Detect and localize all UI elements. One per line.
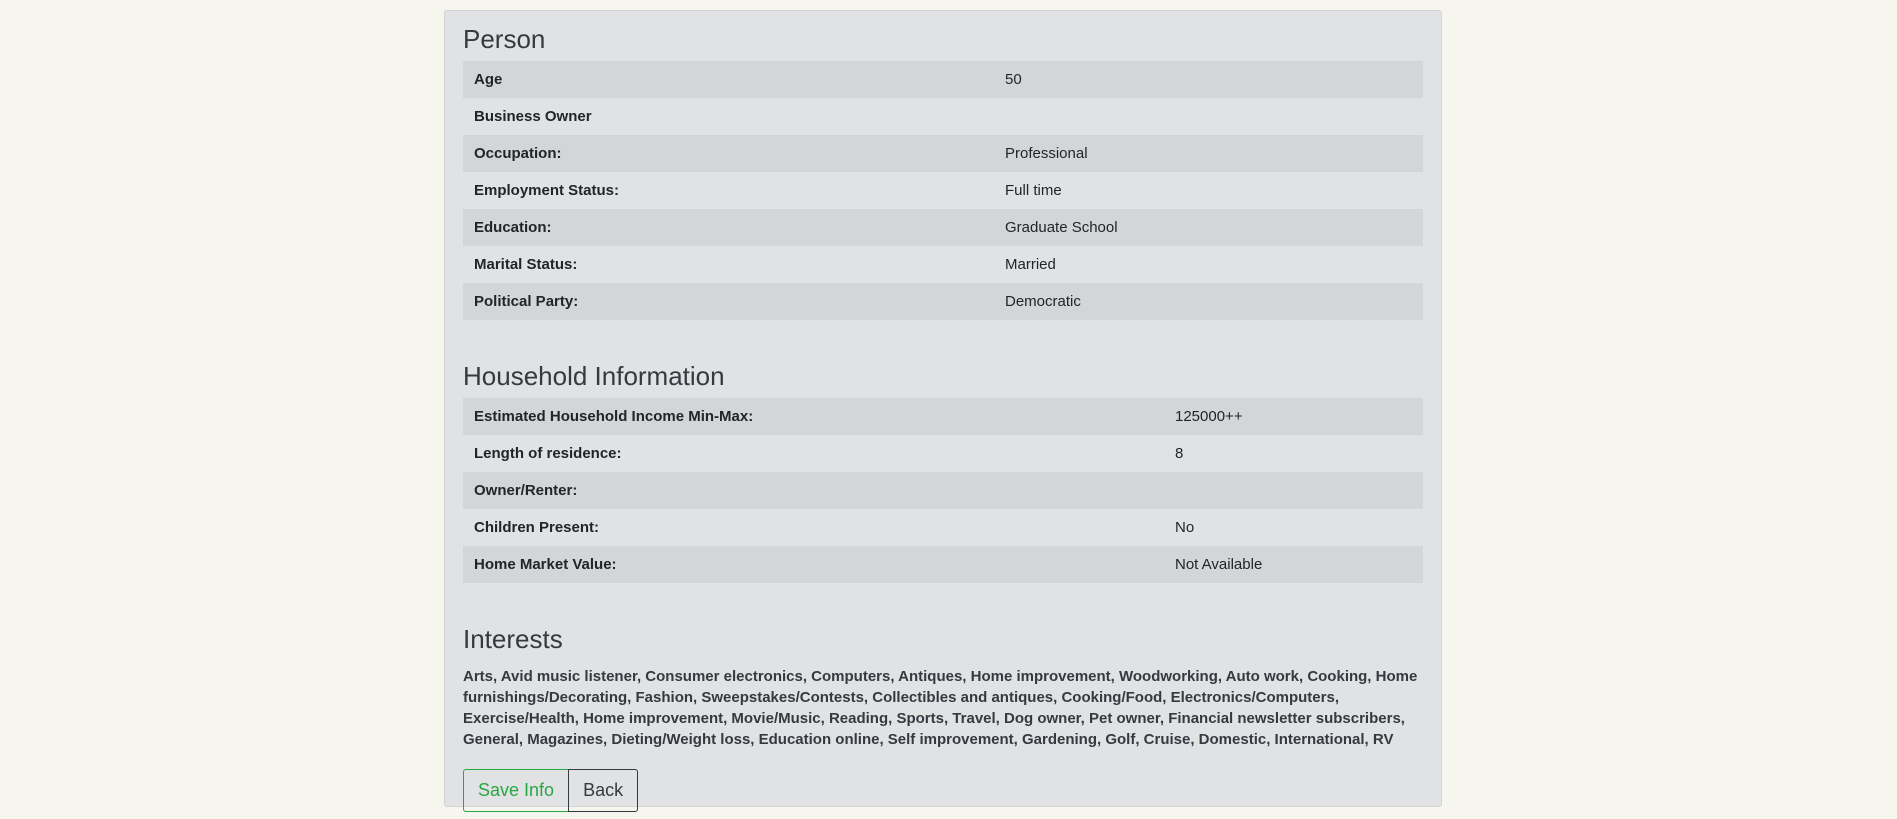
table-row: Employment Status: Full time <box>463 172 1423 209</box>
table-row: Business Owner <box>463 98 1423 135</box>
age-value: 50 <box>994 61 1423 98</box>
owner-renter-value <box>1164 472 1423 509</box>
table-row: Estimated Household Income Min-Max: 1250… <box>463 398 1423 435</box>
person-section-title: Person <box>463 24 546 54</box>
household-income-label: Estimated Household Income Min-Max: <box>463 398 1164 435</box>
marital-status-value: Married <box>994 246 1423 283</box>
marital-status-label: Marital Status: <box>463 246 994 283</box>
occupation-label: Occupation: <box>463 135 994 172</box>
interests-section-title: Interests <box>463 624 563 654</box>
education-value: Graduate School <box>994 209 1423 246</box>
table-row: Marital Status: Married <box>463 246 1423 283</box>
household-income-value: 125000++ <box>1164 398 1423 435</box>
occupation-value: Professional <box>994 135 1423 172</box>
business-owner-label: Business Owner <box>463 98 994 135</box>
table-row: Children Present: No <box>463 509 1423 546</box>
political-party-value: Democratic <box>994 283 1423 320</box>
education-label: Education: <box>463 209 994 246</box>
table-row: Home Market Value: Not Available <box>463 546 1423 583</box>
table-row: Age 50 <box>463 61 1423 98</box>
table-row: Owner/Renter: <box>463 472 1423 509</box>
save-info-button[interactable]: Save Info <box>463 769 570 812</box>
household-section-title: Household Information <box>463 361 725 391</box>
children-present-label: Children Present: <box>463 509 1164 546</box>
political-party-label: Political Party: <box>463 283 994 320</box>
action-button-group: Save Info Back <box>463 769 1423 812</box>
home-market-value-label: Home Market Value: <box>463 546 1164 583</box>
residence-length-value: 8 <box>1164 435 1423 472</box>
employment-status-value: Full time <box>994 172 1423 209</box>
business-owner-value <box>994 98 1423 135</box>
person-table: Age 50 Business Owner Occupation: Profes… <box>463 61 1423 320</box>
children-present-value: No <box>1164 509 1423 546</box>
household-table: Estimated Household Income Min-Max: 1250… <box>463 398 1423 583</box>
interests-list: Arts, Avid music listener, Consumer elec… <box>463 668 1418 748</box>
table-row: Length of residence: 8 <box>463 435 1423 472</box>
back-button[interactable]: Back <box>568 769 639 812</box>
profile-card: Person Age 50 Business Owner Occupation:… <box>444 10 1442 812</box>
home-market-value-value: Not Available <box>1164 546 1423 583</box>
age-label: Age <box>463 61 994 98</box>
residence-length-label: Length of residence: <box>463 435 1164 472</box>
table-row: Education: Graduate School <box>463 209 1423 246</box>
owner-renter-label: Owner/Renter: <box>463 472 1164 509</box>
employment-status-label: Employment Status: <box>463 172 994 209</box>
table-row: Political Party: Democratic <box>463 283 1423 320</box>
table-row: Occupation: Professional <box>463 135 1423 172</box>
